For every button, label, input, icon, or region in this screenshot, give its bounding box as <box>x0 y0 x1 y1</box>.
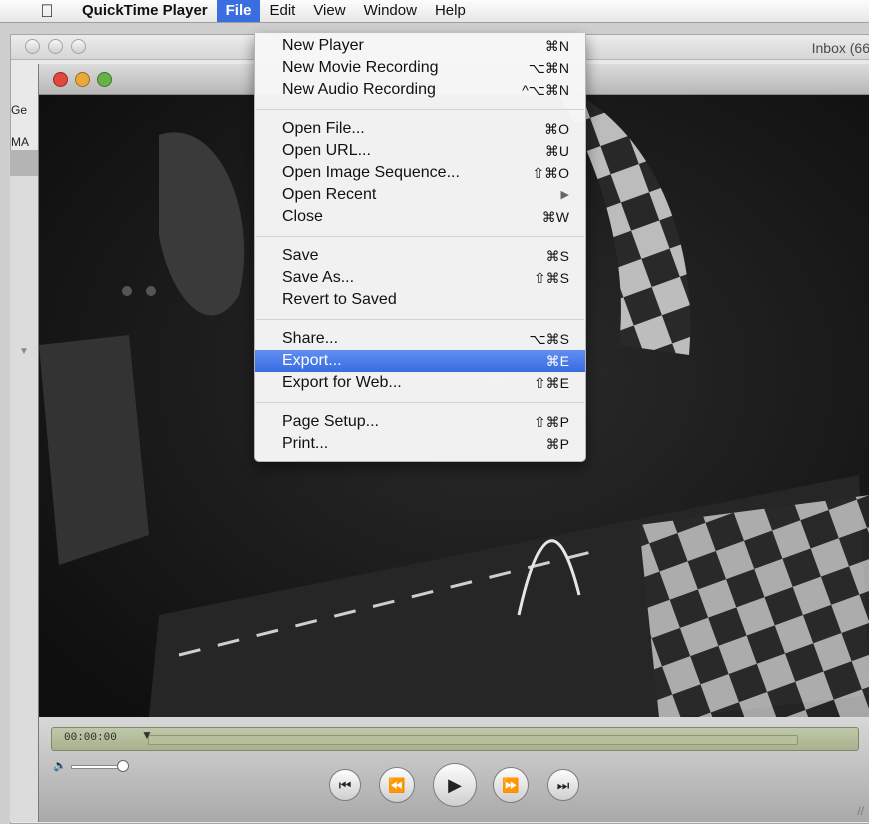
menu-item-shortcut: ⌘P <box>545 436 569 452</box>
menu-item-label: Open File... <box>282 120 365 137</box>
menu-view[interactable]: View <box>304 0 354 22</box>
player-controls: 00:00:00 ▼ 🔈 ⏮ ⏪ ▶ ⏩ ⏭ // <box>39 717 869 822</box>
sidebar-header-strip <box>10 150 38 176</box>
menu-item-shortcut: ^⌥⌘N <box>522 82 569 98</box>
background-window-controls <box>25 39 86 54</box>
go-to-end-button[interactable]: ⏭ <box>547 769 579 801</box>
zoom-icon[interactable] <box>71 39 86 54</box>
menu-item-label: Page Setup... <box>282 413 379 430</box>
timecode-display: 00:00:00 <box>64 732 117 744</box>
fast-forward-button[interactable]: ⏩ <box>493 767 529 803</box>
background-sidebar: ▼ <box>10 150 39 822</box>
menu-item-open-image-sequence[interactable]: Open Image Sequence... ⇧⌘O <box>255 162 585 184</box>
disclosure-triangle-icon[interactable]: ▼ <box>19 346 29 357</box>
menu-item-label: Export for Web... <box>282 374 402 391</box>
skip-forward-icon: ⏭ <box>556 776 570 793</box>
close-icon[interactable] <box>25 39 40 54</box>
menu-item-revert-to-saved[interactable]: Revert to Saved <box>255 289 585 311</box>
menu-item-export[interactable]: Export... ⌘E <box>255 350 585 372</box>
timeline-bar: 00:00:00 ▼ <box>51 727 859 751</box>
menu-item-shortcut: ⌘U <box>544 143 569 159</box>
speaker-icon: 🔈 <box>53 760 67 772</box>
menu-item-label: Save As... <box>282 269 355 286</box>
menu-item-print[interactable]: Print... ⌘P <box>255 433 585 455</box>
menu-file[interactable]: File <box>216 0 261 22</box>
menu-item-shortcut: ⌘S <box>545 248 569 264</box>
menu-item-label: Close <box>282 208 323 225</box>
menu-item-new-audio-recording[interactable]: New Audio Recording ^⌥⌘N <box>255 79 585 101</box>
menu-item-label: Revert to Saved <box>282 291 397 308</box>
menu-item-close[interactable]: Close ⌘W <box>255 206 585 228</box>
menu-item-label: Export... <box>282 352 342 369</box>
menu-item-shortcut: ⇧⌘O <box>532 165 569 181</box>
menu-item-shortcut: ⌘N <box>544 38 569 54</box>
menu-bar:  QuickTime Player File Edit View Window… <box>0 0 869 23</box>
menu-item-export-for-web[interactable]: Export for Web... ⇧⌘E <box>255 372 585 394</box>
menu-separator <box>256 109 584 110</box>
file-menu-dropdown: New Player ⌘N New Movie Recording ⌥⌘N New Au… <box>254 33 586 462</box>
menu-item-new-movie-recording[interactable]: New Movie Recording ⌥⌘N <box>255 57 585 79</box>
menu-item-label: Open Recent <box>282 186 377 203</box>
menu-item-share[interactable]: Share... ⌥⌘S <box>255 328 585 350</box>
apple-menu-icon[interactable]:  <box>36 1 58 22</box>
menu-item-label: Share... <box>282 330 339 347</box>
rewind-button[interactable]: ⏪ <box>379 767 415 803</box>
menu-item-save-as[interactable]: Save As... ⇧⌘S <box>255 267 585 289</box>
menu-item-shortcut: ⇧⌘S <box>533 270 569 286</box>
menu-item-label: New Movie Recording <box>282 59 439 76</box>
player-window-controls <box>53 72 112 87</box>
menu-item-shortcut: ⌘O <box>544 121 569 137</box>
menu-item-new-player[interactable]: New Player ⌘N <box>255 35 585 57</box>
minimize-icon[interactable] <box>48 39 63 54</box>
fast-forward-icon: ⏩ <box>502 776 520 793</box>
menu-item-page-setup[interactable]: Page Setup... ⇧⌘P <box>255 411 585 433</box>
menu-item-shortcut: ⌘E <box>545 353 569 369</box>
menu-item-label: Save <box>282 247 319 264</box>
menu-item-label: Open URL... <box>282 142 371 159</box>
submenu-arrow-icon: ▶ <box>560 189 569 201</box>
menu-item-shortcut: ⌥⌘S <box>529 331 569 347</box>
menu-item-shortcut: ⌥⌘N <box>528 60 569 76</box>
zoom-icon[interactable] <box>97 72 112 87</box>
menu-item-open-recent[interactable]: Open Recent ▶ <box>255 184 585 206</box>
go-to-start-button[interactable]: ⏮ <box>329 769 361 801</box>
playhead-marker[interactable]: ▼ <box>141 728 153 742</box>
background-mailbox-label: MA <box>11 135 29 149</box>
menu-item-open-url[interactable]: Open URL... ⌘U <box>255 140 585 162</box>
menu-separator <box>256 319 584 320</box>
menu-item-save[interactable]: Save ⌘S <box>255 245 585 267</box>
menu-item-open-file[interactable]: Open File... ⌘O <box>255 118 585 140</box>
minimize-icon[interactable] <box>75 72 90 87</box>
skip-back-icon: ⏮ <box>338 776 352 793</box>
menu-item-shortcut: ⇧⌘P <box>533 414 569 430</box>
menu-separator <box>256 236 584 237</box>
menu-item-label: New Audio Recording <box>282 81 436 98</box>
menu-item-label: New Player <box>282 37 364 54</box>
rewind-icon: ⏪ <box>388 776 406 793</box>
resize-grip-icon[interactable]: // <box>857 804 864 818</box>
menu-help[interactable]: Help <box>426 0 475 22</box>
play-button[interactable]: ▶ <box>433 763 477 807</box>
menu-item-label: Open Image Sequence... <box>282 164 460 181</box>
menu-item-shortcut: ⌘W <box>541 209 569 225</box>
background-window-title: Inbox (66 <box>811 40 869 56</box>
scrubber-track[interactable] <box>148 735 798 745</box>
volume-slider-knob[interactable] <box>117 760 129 772</box>
app-menu-quicktime[interactable]: QuickTime Player <box>76 0 217 22</box>
play-icon: ▶ <box>448 774 462 795</box>
menu-separator <box>256 402 584 403</box>
menu-item-label: Print... <box>282 435 329 452</box>
menu-item-shortcut: ⇧⌘E <box>533 375 569 391</box>
menu-edit[interactable]: Edit <box>260 0 304 22</box>
menu-window[interactable]: Window <box>355 0 426 22</box>
close-icon[interactable] <box>53 72 68 87</box>
background-toolbar-label: Ge <box>11 103 28 117</box>
